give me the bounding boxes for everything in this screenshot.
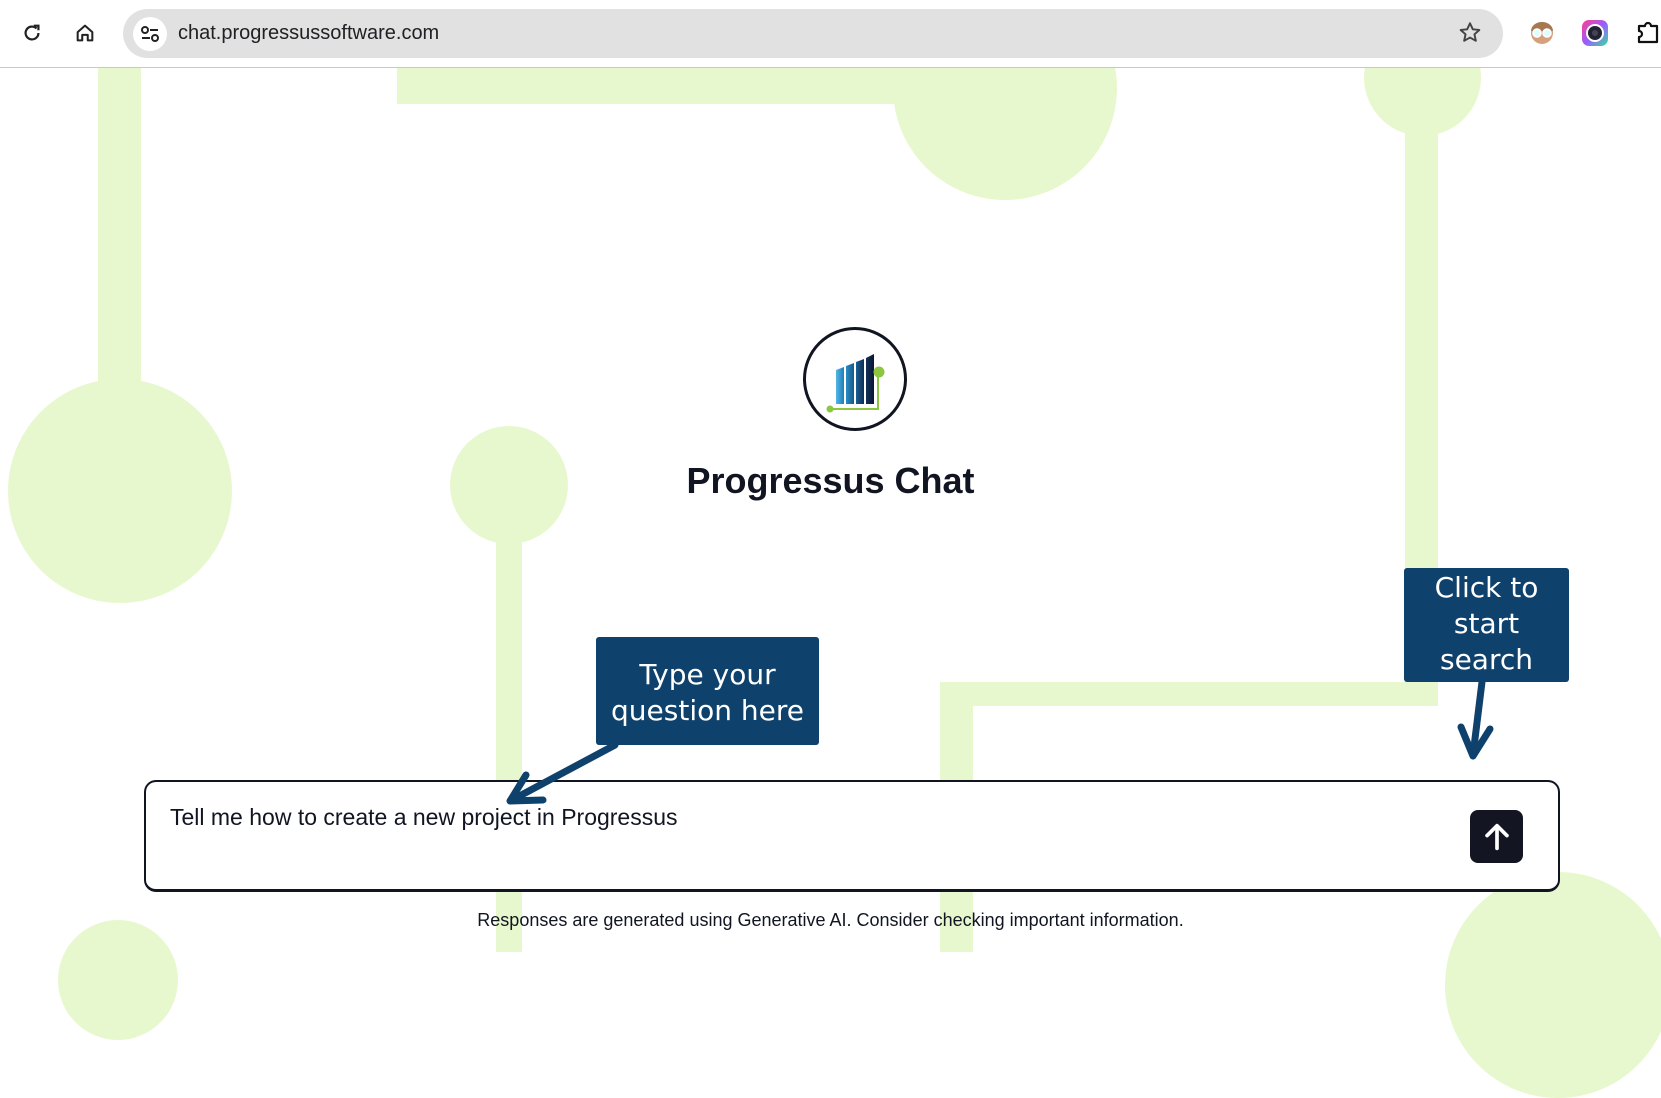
- ai-disclaimer: Responses are generated using Generative…: [477, 910, 1184, 930]
- reload-icon[interactable]: [17, 18, 47, 48]
- browser-toolbar: chat.progressussoftware.com: [0, 0, 1661, 68]
- chat-input[interactable]: [170, 804, 1390, 831]
- send-button[interactable]: [1470, 810, 1523, 863]
- callout-text: Click to: [1434, 571, 1539, 604]
- decoration-circle: [58, 920, 178, 1040]
- callout-text: Type your question here: [611, 658, 804, 727]
- home-icon[interactable]: [70, 18, 100, 48]
- url-text[interactable]: chat.progressussoftware.com: [178, 22, 439, 45]
- page-title: Progressus Chat: [686, 460, 975, 501]
- decoration-line: [940, 682, 1438, 706]
- decoration-line: [98, 67, 141, 387]
- callout-start-search: Click to start search: [1404, 568, 1569, 682]
- callout-text: start: [1453, 607, 1520, 640]
- extension-avatar-icon[interactable]: [1527, 18, 1557, 48]
- decoration-circle: [1445, 872, 1661, 1098]
- chat-input-box[interactable]: [144, 780, 1560, 892]
- bar-chart-logo-icon: [826, 354, 885, 413]
- extensions-puzzle-icon[interactable]: [1633, 18, 1661, 48]
- callout-type-question: Type your question here: [596, 637, 819, 745]
- address-bar[interactable]: chat.progressussoftware.com: [123, 9, 1503, 58]
- arrow-up-icon: [1484, 823, 1509, 850]
- extension-camera-icon[interactable]: [1580, 18, 1610, 48]
- arrow-to-send-icon: [1457, 678, 1494, 760]
- callout-text: search: [1439, 643, 1533, 676]
- decoration-line: [397, 67, 917, 104]
- progressus-logo: [803, 327, 907, 431]
- bookmark-star-icon[interactable]: [1457, 20, 1483, 46]
- site-info-icon[interactable]: [133, 17, 167, 51]
